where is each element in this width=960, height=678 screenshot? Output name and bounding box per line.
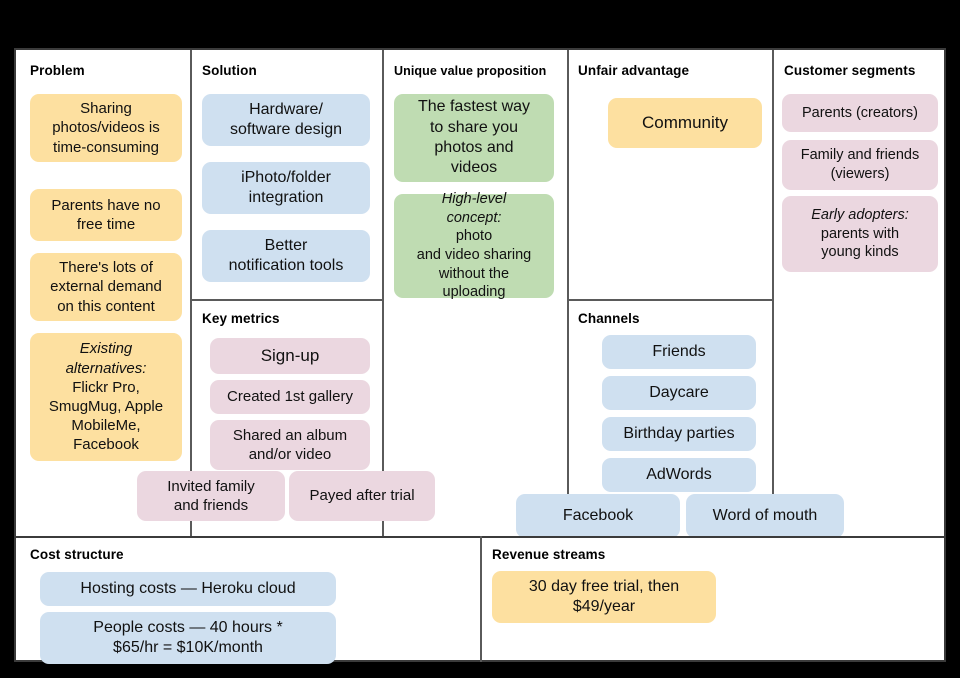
note-key-metric-2[interactable]: Created 1st gallery xyxy=(210,380,370,414)
section-title-customer-segments: Customer segments xyxy=(784,63,916,78)
note-cost-2[interactable]: People costs — 40 hours * $65/hr = $10K/… xyxy=(40,612,336,664)
section-title-channels: Channels xyxy=(578,311,640,326)
note-problem-1[interactable]: Sharing photos/videos is time-consuming xyxy=(30,94,182,162)
note-solution-2[interactable]: iPhoto/folder integration xyxy=(202,162,370,214)
note-customer-segment-2[interactable]: Family and friends (viewers) xyxy=(782,140,938,190)
note-revenue-1[interactable]: 30 day free trial, then $49/year xyxy=(492,571,716,623)
section-title-problem: Problem xyxy=(30,63,85,78)
note-problem-3[interactable]: There's lots of external demand on this … xyxy=(30,253,182,321)
note-key-metric-3[interactable]: Shared an album and/or video xyxy=(210,420,370,470)
note-channel-4[interactable]: AdWords xyxy=(602,458,756,492)
divider-cost-revenue xyxy=(480,536,482,662)
divider-unfair-customer xyxy=(772,50,774,536)
channels-overflow-clip: Facebook Word of mouth xyxy=(506,494,846,536)
section-title-solution: Solution xyxy=(202,63,257,78)
note-channel-6[interactable]: Word of mouth xyxy=(686,494,844,536)
note-cost-1[interactable]: Hosting costs — Heroku cloud xyxy=(40,572,336,606)
section-title-unfair-advantage: Unfair advantage xyxy=(578,63,690,78)
section-title-key-metrics: Key metrics xyxy=(202,311,280,326)
note-uvp-2-high-level-concept[interactable]: High-level concept: photo and video shar… xyxy=(394,191,554,301)
note-channel-2[interactable]: Daycare xyxy=(602,376,756,410)
note-key-metric-4[interactable]: Invited family and friends xyxy=(137,471,285,521)
note-problem-4-body: Flickr Pro, SmugMug, Apple MobileMe, Fac… xyxy=(48,378,164,454)
note-problem-4-existing-alternatives[interactable]: Existing alternatives: Flickr Pro, SmugMu… xyxy=(30,333,182,461)
note-key-metric-1[interactable]: Sign-up xyxy=(210,338,370,374)
note-channel-5[interactable]: Facebook xyxy=(516,494,680,536)
divider-solution-uvp xyxy=(382,50,384,536)
note-customer-segment-3-body: parents with young kinds xyxy=(820,225,900,261)
divider-solution-keymetrics xyxy=(190,299,382,301)
note-problem-2[interactable]: Parents have no free time xyxy=(30,189,182,241)
divider-uvp-unfair xyxy=(567,50,569,536)
divider-unfair-channels xyxy=(567,299,772,301)
note-channel-3[interactable]: Birthday parties xyxy=(602,417,756,451)
section-title-cost-structure: Cost structure xyxy=(30,547,124,562)
note-uvp-2-label: High-level concept: xyxy=(441,191,507,226)
divider-problem-solution xyxy=(190,50,192,536)
note-channel-1[interactable]: Friends xyxy=(602,335,756,369)
note-problem-4-label: Existing alternatives: xyxy=(65,340,147,377)
note-key-metric-5[interactable]: Payed after trial xyxy=(289,471,435,521)
note-uvp-1[interactable]: The fastest way to share you photos and … xyxy=(394,94,554,182)
note-customer-segment-3-label: Early adopters: xyxy=(811,207,909,224)
note-customer-segment-3-early-adopters[interactable]: Early adopters: parents with young kinds xyxy=(782,196,938,272)
note-unfair-advantage-1[interactable]: Community xyxy=(608,98,762,148)
note-solution-1[interactable]: Hardware/ software design xyxy=(202,94,370,146)
section-title-uvp: Unique value proposition xyxy=(394,64,547,78)
lean-canvas: Problem Sharing photos/videos is time-co… xyxy=(14,48,946,664)
note-solution-3[interactable]: Better notification tools xyxy=(202,230,370,282)
note-uvp-2-body: photo and video sharing without the uplo… xyxy=(416,228,532,301)
note-customer-segment-1[interactable]: Parents (creators) xyxy=(782,94,938,132)
section-title-revenue-streams: Revenue streams xyxy=(492,547,606,562)
